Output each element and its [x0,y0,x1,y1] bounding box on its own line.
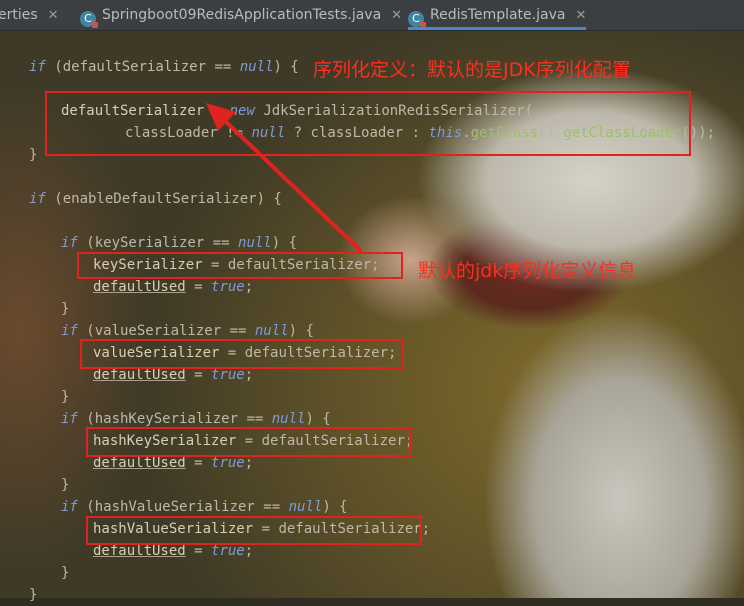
annotation-arrow [206,103,362,252]
